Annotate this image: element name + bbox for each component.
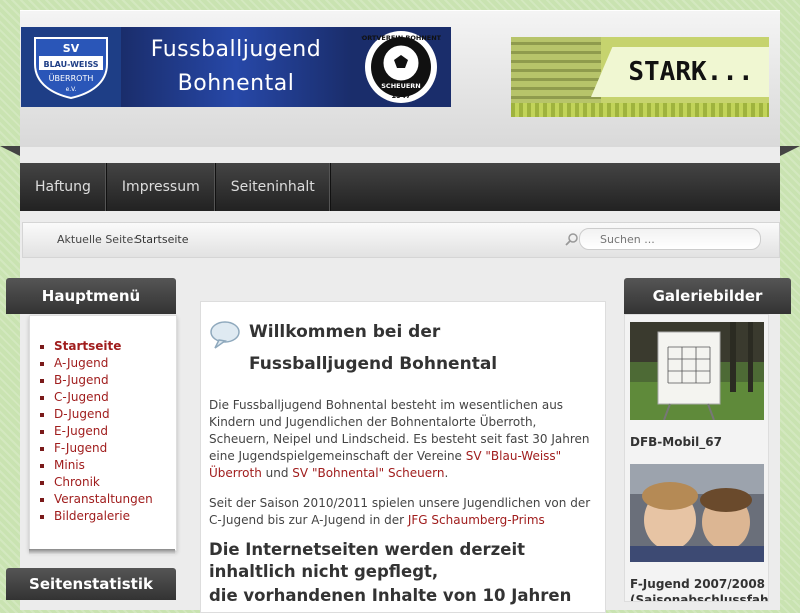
banner-title-line1: Fussballjugend xyxy=(150,37,322,62)
crest-bohnental-logo: SPORTVEREIN BOHNENTAL SCHEUERN 1947 xyxy=(351,27,451,107)
menu-item-minis[interactable]: Minis xyxy=(54,457,176,474)
intro-paragraph: Die Fussballjugend Bohnental besteht im … xyxy=(209,397,595,482)
svg-text:SV: SV xyxy=(63,42,80,55)
menu-link[interactable]: B-Jugend xyxy=(54,373,109,387)
page-title: Willkommen bei der Fussballjugend Bohnen… xyxy=(249,322,498,374)
search-box xyxy=(565,228,761,250)
menu-link[interactable]: Startseite xyxy=(54,339,121,353)
notice-heading-1: Die Internetseiten werden derzeit inhalt… xyxy=(209,540,525,581)
svg-text:ÜBERROTH: ÜBERROTH xyxy=(49,73,94,83)
menu-item-chronik[interactable]: Chronik xyxy=(54,474,176,491)
banner-title-line2: Bohnental xyxy=(177,71,295,96)
menu-item-startseite[interactable]: Startseite xyxy=(54,338,176,355)
menu-link[interactable]: C-Jugend xyxy=(54,390,109,404)
menu-link[interactable]: A-Jugend xyxy=(54,356,108,370)
gallery-module: DFB-Mobil_67 F-Jugend 2007/2008 (Saisona… xyxy=(624,314,769,602)
menu-link[interactable]: E-Jugend xyxy=(54,424,108,438)
menu-item-c-jugend[interactable]: C-Jugend xyxy=(54,389,176,406)
gallery-caption-2[interactable]: F-Jugend 2007/2008 xyxy=(630,576,765,592)
menu-item-d-jugend[interactable]: D-Jugend xyxy=(54,406,176,423)
header-ribbon-right xyxy=(780,146,800,156)
second-paragraph: Seit der Saison 2010/2011 spielen unsere… xyxy=(209,495,595,529)
svg-text:1947: 1947 xyxy=(391,92,411,100)
top-nav: Haftung Impressum Seiteninhalt xyxy=(20,163,780,211)
link-jfg-schaumberg-prims[interactable]: JFG Schaumberg-Prims xyxy=(408,513,545,527)
menu-item-e-jugend[interactable]: E-Jugend xyxy=(54,423,176,440)
main-content: Willkommen bei der Fussballjugend Bohnen… xyxy=(200,301,606,613)
menu-link[interactable]: F-Jugend xyxy=(54,441,107,455)
breadcrumb-current: Startseite xyxy=(135,233,189,246)
menu-item-f-jugend[interactable]: F-Jugend xyxy=(54,440,176,457)
notice-heading-2: die vorhandenen Inhalte von 10 Jahren xyxy=(209,586,572,605)
nav-item-haftung[interactable]: Haftung xyxy=(20,163,107,211)
text: und xyxy=(261,466,293,480)
site-banner[interactable]: SV BLAU-WEISS ÜBERROTH e.V. Fussballjuge… xyxy=(21,27,451,107)
menu-link[interactable]: Veranstaltungen xyxy=(54,492,153,506)
menu-item-a-jugend[interactable]: A-Jugend xyxy=(54,355,176,372)
menu-item-veranstaltungen[interactable]: Veranstaltungen xyxy=(54,491,176,508)
speech-bubble-icon xyxy=(209,320,241,354)
header-ribbon-left xyxy=(0,146,20,156)
search-input[interactable] xyxy=(598,232,752,247)
breadcrumb-label: Aktuelle Seite: xyxy=(57,233,137,246)
menu-link[interactable]: D-Jugend xyxy=(54,407,110,421)
menu-item-bildergalerie[interactable]: Bildergalerie xyxy=(54,508,176,525)
stark-panel: STARK... xyxy=(591,47,769,97)
gallery-photo-1[interactable] xyxy=(630,322,764,420)
breadcrumb-bar: Aktuelle Seite: Startseite xyxy=(22,222,780,258)
stark-banner[interactable]: STARK... xyxy=(511,37,769,117)
crest-blau-weiss-logo: SV BLAU-WEISS ÜBERROTH e.V. xyxy=(21,27,121,107)
search-icon[interactable] xyxy=(564,232,580,250)
main-menu-title: Hauptmenü xyxy=(6,278,176,314)
link-bohnental[interactable]: SV "Bohnental" Scheuern xyxy=(292,466,444,480)
menu-link[interactable]: Chronik xyxy=(54,475,100,489)
grass-graphic xyxy=(511,103,769,117)
menu-link[interactable]: Minis xyxy=(54,458,85,472)
nav-item-seiteninhalt[interactable]: Seiteninhalt xyxy=(216,163,331,211)
gallery-caption-2-line2[interactable]: (Saisonabschlussfahrt xyxy=(630,592,768,601)
gallery-caption-1[interactable]: DFB-Mobil_67 xyxy=(630,434,722,450)
banner-title: Fussballjugend Bohnental xyxy=(121,27,351,107)
gallery-title: Galeriebilder xyxy=(624,278,791,314)
main-menu: Startseite A-Jugend B-Jugend C-Jugend D-… xyxy=(29,315,177,551)
svg-text:SCHEUERN: SCHEUERN xyxy=(381,82,421,90)
site-header: SV BLAU-WEISS ÜBERROTH e.V. Fussballjuge… xyxy=(20,10,780,147)
nav-item-impressum[interactable]: Impressum xyxy=(107,163,216,211)
menu-item-b-jugend[interactable]: B-Jugend xyxy=(54,372,176,389)
menu-shadow xyxy=(29,549,175,555)
stats-title: Seitenstatistik xyxy=(6,568,176,600)
stark-text: STARK... xyxy=(628,57,754,87)
text: . xyxy=(444,466,449,480)
gallery-photo-2[interactable] xyxy=(630,464,764,562)
svg-text:e.V.: e.V. xyxy=(66,86,77,93)
menu-link[interactable]: Bildergalerie xyxy=(54,509,130,523)
svg-text:SPORTVEREIN BOHNENTAL: SPORTVEREIN BOHNENTAL xyxy=(361,34,441,42)
svg-text:BLAU-WEISS: BLAU-WEISS xyxy=(43,60,98,69)
